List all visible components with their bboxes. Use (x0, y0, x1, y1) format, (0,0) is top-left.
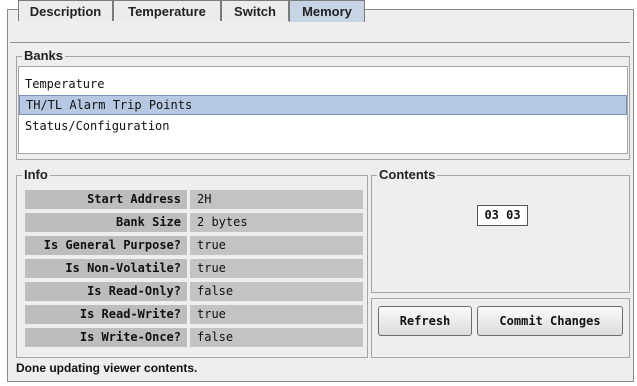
info-value: true (190, 259, 363, 278)
list-item-selected[interactable]: TH/TL Alarm Trip Points (19, 95, 627, 115)
info-label: Start Address (25, 190, 187, 209)
contents-title: Contents (377, 167, 438, 182)
contents-group: Contents (371, 167, 630, 293)
banks-list[interactable]: Temperature TH/TL Alarm Trip Points Stat… (18, 66, 628, 154)
info-label: Is Read-Only? (25, 282, 187, 301)
tab-temperature[interactable]: Temperature (113, 0, 221, 21)
info-value: true (190, 236, 363, 255)
info-row: Is Read-Write? true (25, 305, 363, 324)
contents-field[interactable]: 03 03 (477, 205, 528, 226)
list-item[interactable]: Status/Configuration (19, 116, 627, 136)
info-label: Is Non-Volatile? (25, 259, 187, 278)
list-item[interactable]: Temperature (19, 74, 627, 94)
info-value: 2 bytes (190, 213, 363, 232)
banks-title: Banks (22, 48, 66, 63)
info-row: Bank Size 2 bytes (25, 213, 363, 232)
info-label: Is Write-Once? (25, 328, 187, 347)
info-row: Is Write-Once? false (25, 328, 363, 347)
commit-changes-button[interactable]: Commit Changes (477, 306, 623, 336)
info-value: 2H (190, 190, 363, 209)
tab-divider (10, 42, 630, 43)
info-title: Info (22, 167, 50, 182)
info-row: Is Read-Only? false (25, 282, 363, 301)
info-label: Is General Purpose? (25, 236, 187, 255)
info-row: Start Address 2H (25, 190, 363, 209)
info-label: Is Read-Write? (25, 305, 187, 324)
info-row: Is General Purpose? true (25, 236, 363, 255)
info-row: Is Non-Volatile? true (25, 259, 363, 278)
tab-switch[interactable]: Switch (221, 0, 289, 21)
tab-memory[interactable]: Memory (289, 0, 365, 22)
refresh-button[interactable]: Refresh (378, 306, 472, 336)
info-value: false (190, 282, 363, 301)
info-label: Bank Size (25, 213, 187, 232)
info-value: false (190, 328, 363, 347)
tab-description[interactable]: Description (18, 0, 113, 21)
info-value: true (190, 305, 363, 324)
status-text: Done updating viewer contents. (16, 361, 198, 375)
